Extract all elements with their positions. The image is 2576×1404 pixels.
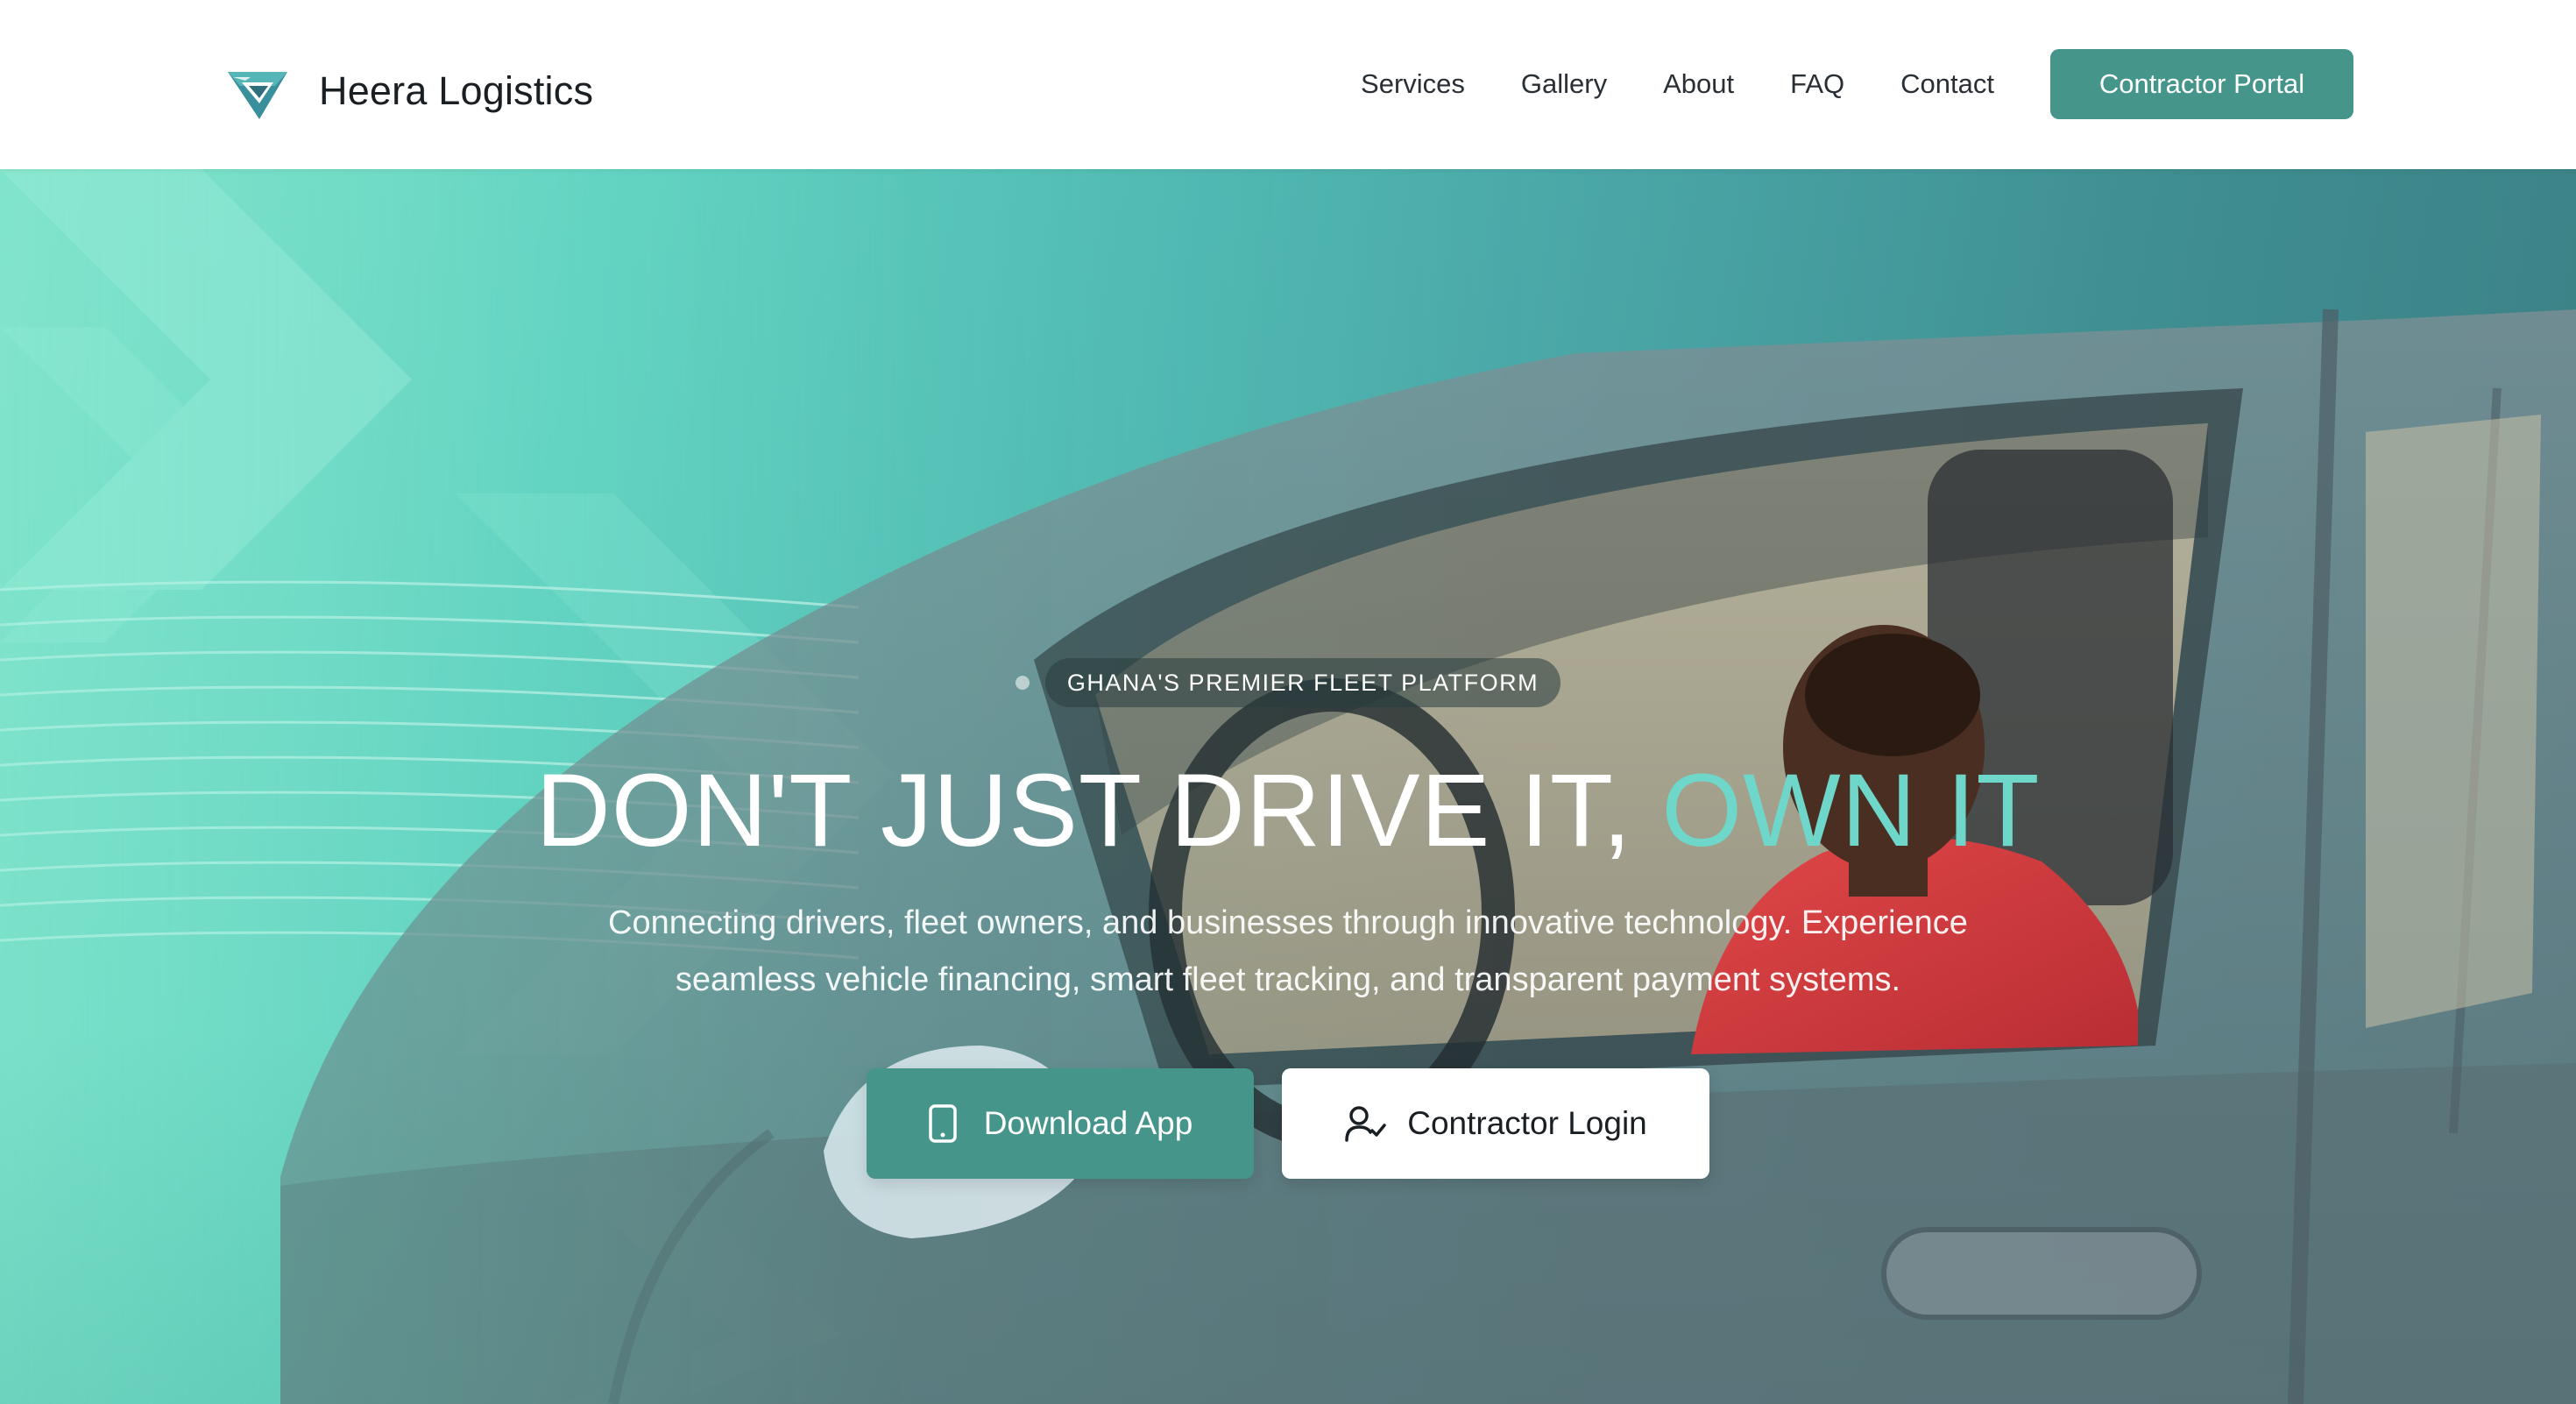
badge-row: GHANA'S PREMIER FLEET PLATFORM <box>0 658 2576 707</box>
hero-subtitle: Connecting drivers, fleet owners, and bu… <box>608 904 1968 998</box>
download-app-label: Download App <box>983 1105 1193 1141</box>
hero-section: GHANA'S PREMIER FLEET PLATFORM DON'T JUS… <box>0 169 2576 1404</box>
nav-about[interactable]: About <box>1663 68 1734 100</box>
nav-services[interactable]: Services <box>1361 68 1465 100</box>
hero-headline: DON'T JUST DRIVE IT, OWN IT <box>0 749 2576 872</box>
contractor-portal-button[interactable]: Contractor Portal <box>2050 49 2353 119</box>
diamond-chevron-logo-icon <box>228 72 287 119</box>
nav-faq[interactable]: FAQ <box>1790 68 1844 100</box>
nav-contact[interactable]: Contact <box>1900 68 1994 100</box>
contractor-login-label: Contractor Login <box>1407 1105 1647 1141</box>
brand-name: Heera Logistics <box>319 68 594 113</box>
main-nav: Services Gallery About FAQ Contact Contr… <box>1361 49 2353 119</box>
headline-main: DON'T JUST DRIVE IT, <box>535 753 1662 869</box>
brand[interactable]: Heera Logistics <box>224 56 593 126</box>
site-header: Heera Logistics Services Gallery About F… <box>0 0 2576 169</box>
headline-accent: OWN IT <box>1661 753 2041 869</box>
contractor-login-button[interactable]: Contractor Login <box>1282 1068 1709 1179</box>
download-app-button[interactable]: Download App <box>867 1068 1254 1179</box>
cta-row: Download App Contractor Login <box>0 1068 2576 1179</box>
user-check-icon <box>1345 1106 1386 1142</box>
nav-gallery[interactable]: Gallery <box>1521 68 1607 100</box>
hero-badge: GHANA'S PREMIER FLEET PLATFORM <box>1044 658 1561 707</box>
badge-dot-icon <box>1015 676 1030 690</box>
smartphone-icon <box>928 1104 957 1143</box>
